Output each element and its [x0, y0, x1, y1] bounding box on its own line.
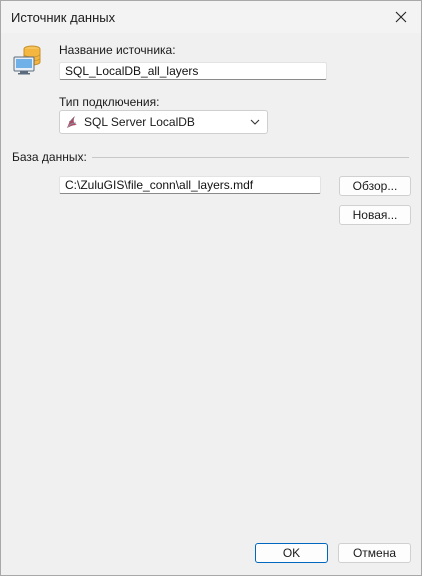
- database-computer-icon: [13, 45, 41, 75]
- sql-server-icon: [67, 116, 77, 128]
- cancel-button[interactable]: Отмена: [338, 543, 411, 563]
- browse-button[interactable]: Обзор...: [339, 176, 411, 196]
- database-group-label: База данных:: [12, 150, 87, 164]
- connection-type-select[interactable]: SQL Server LocalDB: [59, 110, 268, 134]
- ok-button[interactable]: OK: [255, 543, 328, 563]
- new-database-button[interactable]: Новая...: [339, 205, 411, 225]
- window-title: Источник данных: [11, 10, 116, 25]
- chevron-down-icon: [250, 119, 260, 125]
- data-source-dialog: Источник данных Название источника: SQL_…: [0, 0, 422, 576]
- database-path-input[interactable]: C:\ZuluGIS\file_conn\all_layers.mdf: [59, 176, 321, 194]
- close-icon: [395, 11, 407, 23]
- source-name-input[interactable]: SQL_LocalDB_all_layers: [59, 62, 327, 80]
- connection-type-value: SQL Server LocalDB: [84, 115, 195, 129]
- title-bar: Источник данных: [1, 1, 421, 33]
- source-name-label: Название источника:: [59, 43, 176, 57]
- connection-type-label: Тип подключения:: [59, 95, 160, 109]
- close-button[interactable]: [381, 1, 421, 33]
- group-divider: [92, 157, 409, 158]
